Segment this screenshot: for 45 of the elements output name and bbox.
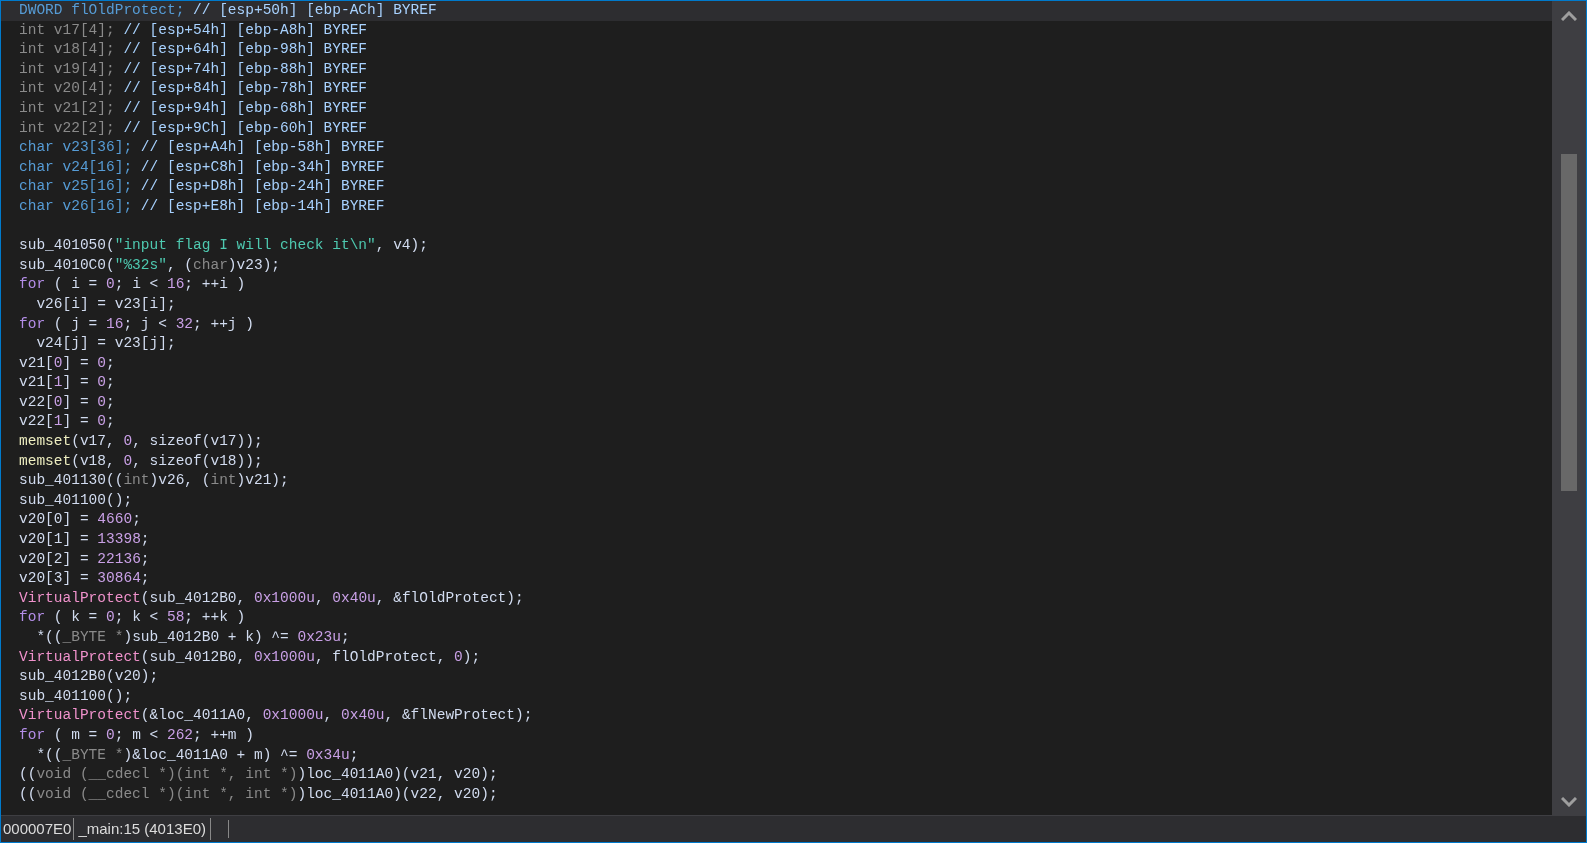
scrollbar-thumb[interactable] [1561,154,1577,491]
code-line[interactable]: VirtualProtect(sub_4012B0, 0x1000u, 0x40u, &flOldProtect); [1,588,1552,609]
code-line[interactable]: sub_401100(); [1,686,1552,707]
code-line[interactable]: v20[3] = 30864; [1,569,1552,589]
code-line[interactable]: char v23[36]; // [esp+A4h] [ebp-58h] BYREF [1,138,1552,158]
code-line[interactable]: int v19[4]; // [esp+74h] [ebp-88h] BYREF [1,59,1552,80]
code-line[interactable]: int v20[4]; // [esp+84h] [ebp-78h] BYREF [1,79,1552,99]
code-line[interactable]: for ( k = 0; k < 58; ++k ) [1,608,1552,628]
code-line[interactable]: *((_BYTE *)sub_4012B0 + k) ^= 0x23u; [1,628,1552,648]
code-line[interactable]: sub_401130((int)v26, (int)v21); [1,471,1552,491]
code-line[interactable]: v26[i] = v23[i]; [1,294,1552,315]
code-line[interactable]: ((void (__cdecl *)(int *, int *))loc_4011A0)(v21, v20); [1,765,1552,785]
code-line[interactable]: for ( i = 0; i < 16; ++i ) [1,275,1552,295]
code-line[interactable]: sub_401100(); [1,490,1552,511]
code-line[interactable]: sub_4010C0("%32s", (char)v23); [1,255,1552,276]
code-line[interactable]: ((void (__cdecl *)(int *, int *))loc_4011A0)(v22, v20); [1,784,1552,805]
code-line[interactable]: for ( j = 16; j < 32; ++j ) [1,314,1552,335]
code-line[interactable]: v21[1] = 0; [1,373,1552,393]
code-line[interactable]: sub_401050("input flag I will check it\n", v4); [1,236,1552,256]
code-line[interactable]: v20[0] = 4660; [1,510,1552,531]
code-line[interactable]: char v24[16]; // [esp+C8h] [ebp-34h] BYREF [1,157,1552,178]
code-line[interactable]: v20[2] = 22136; [1,549,1552,570]
code-line[interactable]: v22[0] = 0; [1,392,1552,413]
vertical-scrollbar[interactable] [1552,1,1586,815]
code-line[interactable]: int v22[2]; // [esp+9Ch] [ebp-60h] BYREF [1,118,1552,139]
code-line[interactable]: v20[1] = 13398; [1,530,1552,550]
code-line[interactable]: memset(v17, 0, sizeof(v17)); [1,432,1552,452]
code-line[interactable]: VirtualProtect(sub_4012B0, 0x1000u, flOldProtect, 0); [1,647,1552,668]
code-line[interactable]: *((_BYTE *)&loc_4011A0 + m) ^= 0x34u; [1,745,1552,766]
code-line[interactable]: VirtualProtect(&loc_4011A0, 0x1000u, 0x40u, &flNewProtect); [1,706,1552,726]
code-line[interactable]: char v25[16]; // [esp+D8h] [ebp-24h] BYREF [1,177,1552,197]
code-line[interactable]: v22[1] = 0; [1,412,1552,433]
code-line[interactable]: char v26[16]; // [esp+E8h] [ebp-14h] BYREF [1,196,1552,217]
code-line[interactable]: int v21[2]; // [esp+94h] [ebp-68h] BYREF [1,98,1552,119]
code-line[interactable]: v21[0] = 0; [1,353,1552,374]
status-location: _main:15 (4013E0) [74,817,211,841]
code-line[interactable]: v24[j] = v23[j]; [1,334,1552,354]
status-offset: 000007E0 [1,817,75,841]
code-line[interactable]: int v17[4]; // [esp+54h] [ebp-A8h] BYREF [1,20,1552,41]
code-line[interactable]: sub_4012B0(v20); [1,667,1552,687]
scroll-down-icon[interactable] [1561,797,1577,807]
code-line[interactable]: memset(v18, 0, sizeof(v18)); [1,451,1552,472]
code-line[interactable]: int v18[4]; // [esp+64h] [ebp-98h] BYREF [1,40,1552,60]
scroll-up-icon[interactable] [1561,11,1577,21]
code-line[interactable]: for ( m = 0; m < 262; ++m ) [1,725,1552,746]
